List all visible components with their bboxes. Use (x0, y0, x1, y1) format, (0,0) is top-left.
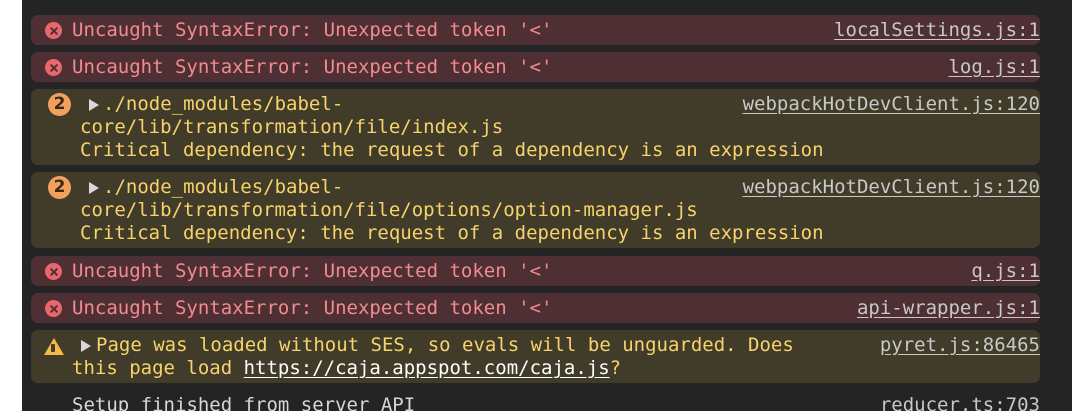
console-warning-group: 2 ./node_modules/babel- core/lib/transfo… (31, 172, 1040, 248)
console-error-message: Uncaught SyntaxError: Unexpected token '… (31, 256, 1040, 286)
warning-text-prefix: this page load (72, 357, 244, 379)
error-icon (45, 300, 62, 317)
warning-text-line: core/lib/transformation/file/options/opt… (80, 199, 698, 221)
source-link[interactable]: reducer.ts:703 (880, 394, 1040, 411)
warning-text-suffix: ? (609, 357, 622, 379)
error-text: Uncaught SyntaxError: Unexpected token '… (72, 297, 553, 319)
console-log-message: Setup finished from server API reducer.t… (31, 390, 1040, 411)
source-link[interactable]: pyret.js:86465 (880, 334, 1040, 358)
error-icon (45, 59, 62, 76)
error-text: Uncaught SyntaxError: Unexpected token '… (72, 260, 553, 282)
source-link[interactable]: webpackHotDevClient.js:120 (743, 176, 1040, 200)
log-text: Setup finished from server API (72, 394, 416, 411)
message-count-badge: 2 (48, 93, 71, 116)
console-warning-group: 2 ./node_modules/babel- core/lib/transfo… (31, 89, 1040, 165)
error-text: Uncaught SyntaxError: Unexpected token '… (72, 19, 553, 41)
console-warning-message: Page was loaded without SES, so evals wi… (31, 330, 1040, 383)
source-link[interactable]: log.js:1 (948, 56, 1040, 80)
expand-triangle-icon[interactable] (81, 340, 91, 352)
error-icon (45, 22, 62, 39)
console-error-message: Uncaught SyntaxError: Unexpected token '… (31, 52, 1040, 82)
warning-text-line: ./node_modules/babel- (103, 176, 344, 198)
warning-icon-mark (51, 344, 55, 352)
message-count-badge: 2 (48, 176, 71, 199)
console-error-message: Uncaught SyntaxError: Unexpected token '… (31, 15, 1040, 45)
console-error-message: Uncaught SyntaxError: Unexpected token '… (31, 293, 1040, 323)
warning-text-line: Critical dependency: the request of a de… (80, 222, 824, 244)
devtools-console: Uncaught SyntaxError: Unexpected token '… (22, 0, 1072, 411)
warning-text-line: this page load https://caja.appspot.com/… (72, 357, 621, 381)
error-icon (45, 263, 62, 280)
source-link[interactable]: api-wrapper.js:1 (857, 297, 1040, 321)
caja-link[interactable]: https://caja.appspot.com/caja.js (244, 357, 610, 379)
expand-triangle-icon[interactable] (89, 182, 99, 194)
warning-text-line: Page was loaded without SES, so evals wi… (96, 334, 794, 356)
source-link[interactable]: q.js:1 (971, 260, 1040, 284)
source-link[interactable]: webpackHotDevClient.js:120 (743, 93, 1040, 117)
source-link[interactable]: localSettings.js:1 (834, 19, 1040, 43)
warning-text-line: Critical dependency: the request of a de… (80, 139, 824, 161)
warning-text-line: ./node_modules/babel- (103, 93, 344, 115)
expand-triangle-icon[interactable] (89, 99, 99, 111)
warning-text-line: core/lib/transformation/file/index.js (80, 116, 504, 138)
error-text: Uncaught SyntaxError: Unexpected token '… (72, 56, 553, 78)
